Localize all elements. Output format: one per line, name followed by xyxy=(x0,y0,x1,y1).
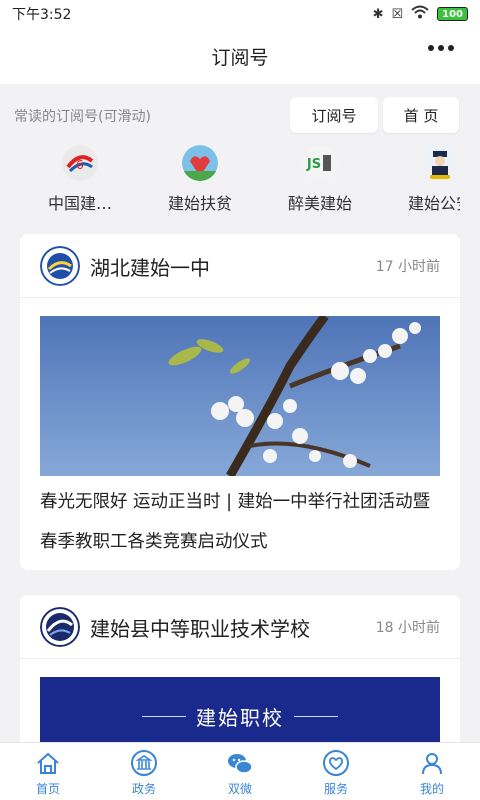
police-logo-icon xyxy=(422,145,458,181)
tab-weibo-wechat[interactable]: 双微 xyxy=(192,743,288,800)
status-icons: ✱ ☒ 100 xyxy=(373,5,468,23)
more-options-button[interactable] xyxy=(428,45,454,51)
js-logo-icon: JS xyxy=(302,145,338,181)
more-dot-icon xyxy=(438,45,444,51)
tab-government[interactable]: 政务 xyxy=(96,743,192,800)
tab-label: 我的 xyxy=(419,782,444,796)
top-nav-bar: 订阅号 xyxy=(0,28,480,84)
wifi-icon xyxy=(411,5,429,23)
heart-hand-icon xyxy=(323,750,349,776)
home-icon xyxy=(37,752,59,774)
frequent-subscriptions-hint: 常读的订阅号(可滑动) xyxy=(14,109,151,125)
home-page-button[interactable]: 首 页 xyxy=(383,97,459,133)
tab-label: 政务 xyxy=(131,782,156,796)
subscriptions-button[interactable]: 订阅号 xyxy=(290,97,378,133)
banner-divider xyxy=(142,715,186,717)
tab-label: 首页 xyxy=(35,782,60,796)
article-card[interactable]: 建始县中等职业技术学校 18 小时前 建始职校 xyxy=(20,595,460,755)
banner-text: 建始职校 xyxy=(196,705,284,730)
frequent-channels-scroller[interactable]: 6 中国建… 建始扶贫 JS 醉美建始 建始公安 xyxy=(20,142,460,218)
user-icon xyxy=(422,753,442,775)
post-time: 17 小时前 xyxy=(375,259,440,275)
channel-label: 建始公安 xyxy=(407,194,460,213)
bluetooth-icon: ✱ xyxy=(372,6,384,22)
article-image[interactable] xyxy=(40,316,440,476)
subscription-row: 常读的订阅号(可滑动) 订阅号 首 页 xyxy=(0,96,480,136)
channel-label: 醉美建始 xyxy=(287,194,352,213)
svg-text:JS: JS xyxy=(306,157,321,172)
china-construction-logo-icon: 6 xyxy=(62,145,98,181)
government-icon xyxy=(131,750,157,776)
page-title: 订阅号 xyxy=(211,46,269,69)
svg-text:6: 6 xyxy=(76,158,84,172)
banner-divider xyxy=(294,715,338,717)
tab-mine[interactable]: 我的 xyxy=(384,743,480,800)
channel-item[interactable]: JS 醉美建始 xyxy=(260,142,380,218)
account-name[interactable]: 湖北建始一中 xyxy=(90,252,210,281)
tab-services[interactable]: 服务 xyxy=(288,743,384,800)
post-time: 18 小时前 xyxy=(375,620,440,636)
card-header: 湖北建始一中 17 小时前 xyxy=(20,234,460,298)
weibo-wechat-icon xyxy=(228,754,253,774)
tab-home[interactable]: 首页 xyxy=(0,743,96,800)
more-dot-icon xyxy=(448,45,454,51)
channel-label: 中国建… xyxy=(47,194,112,213)
battery-icon: 100 xyxy=(437,7,468,21)
channel-item[interactable]: 建始公安 xyxy=(380,142,460,218)
channel-label: 建始扶贫 xyxy=(167,194,232,213)
tab-label: 双微 xyxy=(227,782,252,796)
channel-item[interactable]: 6 中国建… xyxy=(20,142,140,218)
vocational-school-logo-icon xyxy=(40,607,80,647)
no-sim-icon: ☒ xyxy=(391,6,404,22)
article-card[interactable]: 湖北建始一中 17 小时前 春光无限好 运动正当时 | 建始一中举行社团活动暨春 xyxy=(20,234,460,570)
more-dot-icon xyxy=(428,45,434,51)
bottom-tab-bar: 首页 政务 双微 服务 我的 xyxy=(0,742,480,800)
status-time: 下午3:52 xyxy=(12,7,72,23)
card-header: 建始县中等职业技术学校 18 小时前 xyxy=(20,595,460,659)
channel-item[interactable]: 建始扶贫 xyxy=(140,142,260,218)
school-logo-icon xyxy=(40,246,80,286)
article-title[interactable]: 春光无限好 运动正当时 | 建始一中举行社团活动暨春季教职工各类竞赛启动仪式 xyxy=(40,482,440,562)
poverty-alleviation-logo-icon xyxy=(182,145,218,181)
account-name[interactable]: 建始县中等职业技术学校 xyxy=(90,613,310,642)
status-bar: 下午3:52 ✱ ☒ 100 xyxy=(0,0,480,28)
tab-label: 服务 xyxy=(323,782,348,796)
